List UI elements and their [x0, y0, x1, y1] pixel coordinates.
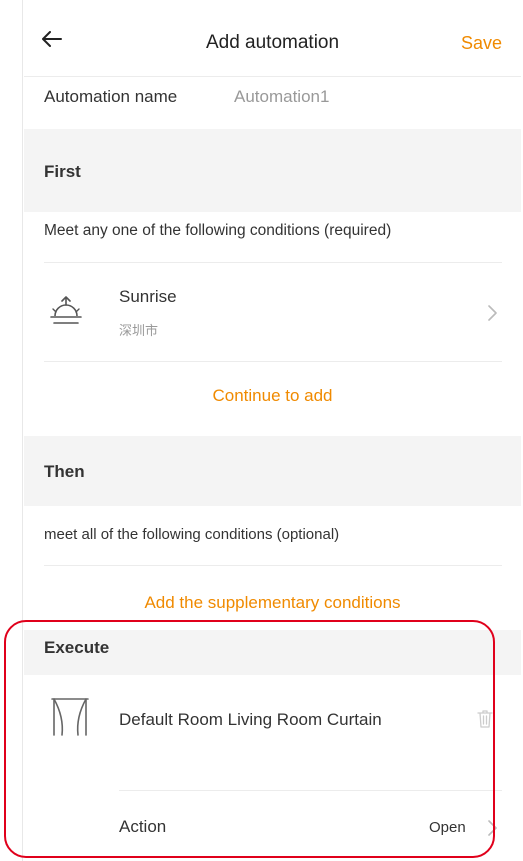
- sunrise-icon: [50, 296, 82, 324]
- execute-highlight-box: [4, 620, 495, 858]
- first-section-header: First: [24, 129, 521, 212]
- automation-name-label: Automation name: [44, 87, 178, 106]
- condition-title: Sunrise: [119, 287, 177, 306]
- first-divider-2: [44, 361, 502, 362]
- first-condition-text: Meet any one of the following conditions…: [44, 222, 392, 239]
- continue-to-add-button[interactable]: Continue to add: [24, 386, 521, 406]
- save-button[interactable]: Save: [461, 33, 502, 54]
- first-heading: First: [44, 162, 81, 181]
- then-section-header: Then: [24, 436, 521, 506]
- top-bar: Add automation Save: [24, 0, 521, 78]
- chevron-right-icon: [488, 305, 497, 321]
- automation-name-row[interactable]: Automation name Automation1: [24, 77, 521, 129]
- first-divider-1: [44, 262, 502, 263]
- page-title: Add automation: [205, 32, 340, 53]
- add-supplementary-conditions-button[interactable]: Add the supplementary conditions: [24, 593, 521, 613]
- then-heading: Then: [44, 462, 85, 481]
- condition-location: 深圳市: [119, 323, 159, 338]
- automation-name-value[interactable]: Automation1: [234, 87, 329, 107]
- then-divider: [44, 565, 502, 566]
- then-condition-text: meet all of the following conditions (op…: [44, 526, 340, 543]
